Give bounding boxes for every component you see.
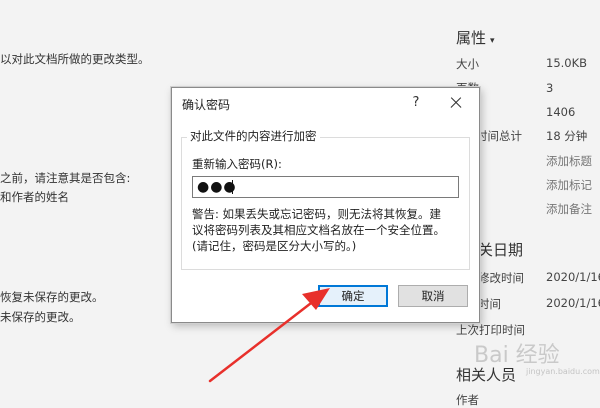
- watermark-logo: Bai 经验: [474, 343, 560, 368]
- watermark-url: jingyan.baidu.com: [526, 367, 600, 376]
